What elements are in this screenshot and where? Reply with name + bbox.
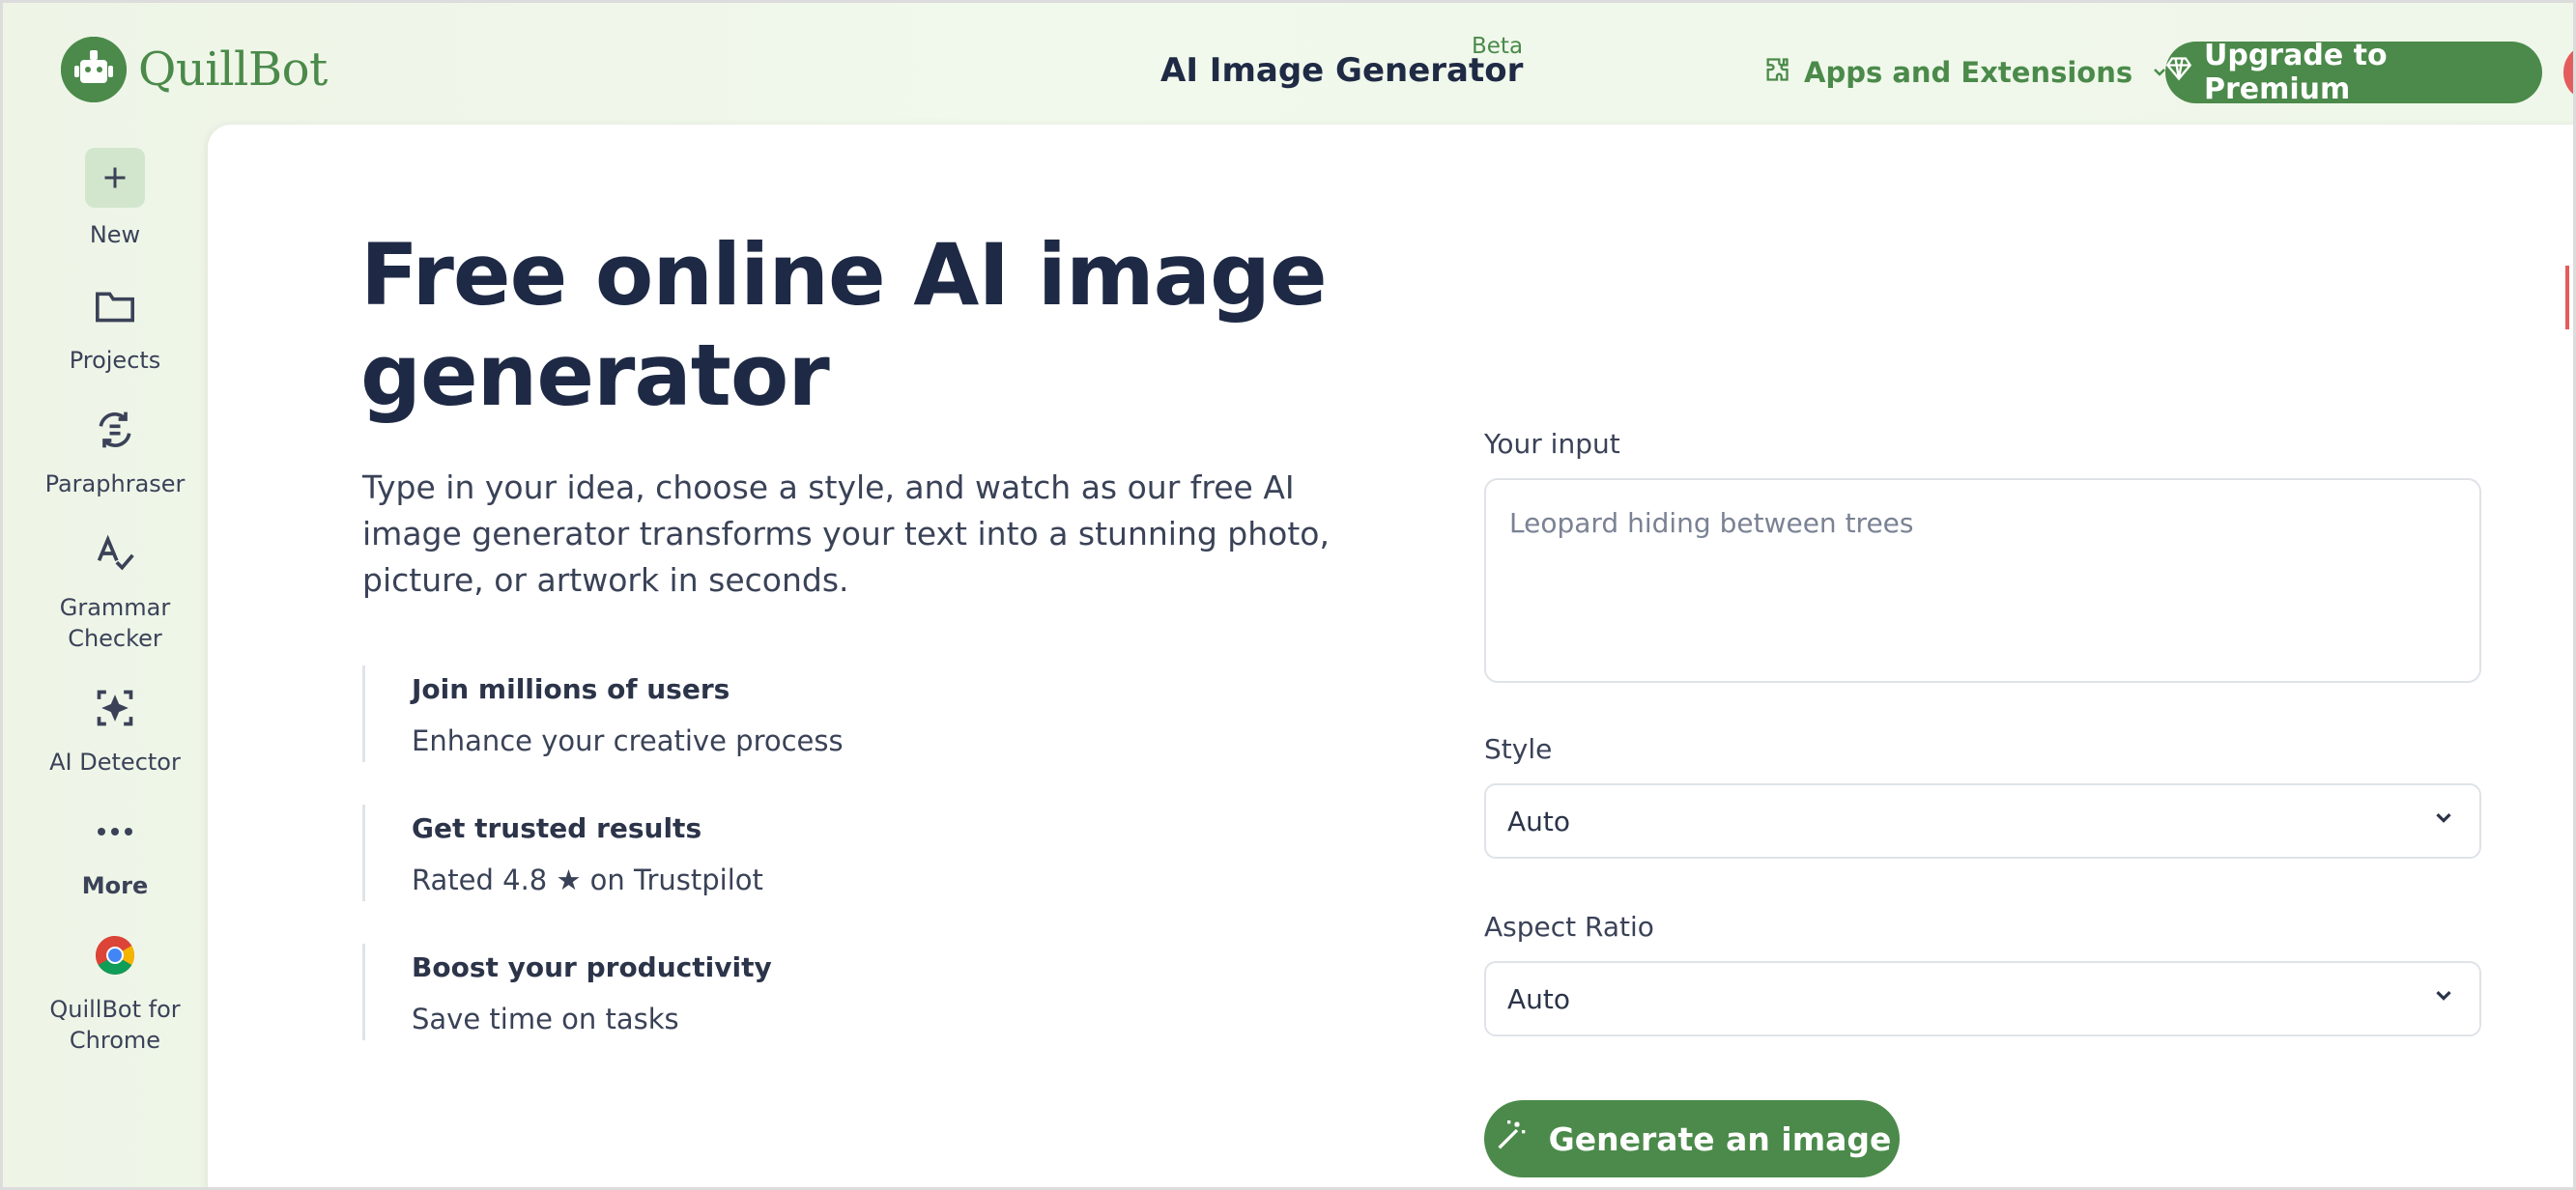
chrome-icon: [88, 928, 142, 982]
feature-title: Boost your productivity: [412, 951, 772, 983]
chevron-down-icon: [2431, 983, 2456, 1015]
app-window: QuillBot AI Image Generator Beta Apps an…: [0, 0, 2576, 1190]
ai-detector-icon: [88, 681, 142, 735]
feature-item: Get trusted results Rated 4.8 ★ on Trust…: [362, 805, 1039, 901]
feature-description: Save time on tasks: [412, 1003, 679, 1035]
folder-icon: [88, 279, 142, 333]
sidebar-item-projects[interactable]: Projects: [3, 279, 227, 376]
side-notification-tab[interactable]: [2565, 266, 2569, 329]
sidebar-item-quillbot-for-chrome[interactable]: QuillBot for Chrome: [3, 928, 227, 1056]
quillbot-logo[interactable]: QuillBot: [61, 37, 328, 102]
paraphraser-icon: [88, 403, 142, 457]
apps-and-extensions-menu[interactable]: Apps and Extensions: [1763, 51, 2169, 94]
top-header: QuillBot AI Image Generator Beta Apps an…: [3, 3, 2573, 127]
upgrade-label: Upgrade to Premium: [2204, 39, 2388, 106]
main-panel: Free online AI image generator Type in y…: [208, 125, 2573, 1187]
aspect-ratio-label: Aspect Ratio: [1484, 911, 1654, 943]
magic-wand-icon: [1493, 1116, 1531, 1162]
prompt-input[interactable]: [1484, 478, 2481, 683]
sidebar-item-ai-detector[interactable]: AI Detector: [3, 681, 227, 778]
page-description: Type in your idea, choose a style, and w…: [362, 468, 1330, 599]
sidebar-item-grammar-checker[interactable]: Grammar Checker: [3, 526, 227, 654]
sidebar-item-label: QuillBot for Chrome: [49, 996, 181, 1054]
ellipsis-icon: [88, 805, 142, 859]
page-title: Free online AI image generator: [360, 225, 1328, 425]
quillbot-robot-icon: [61, 37, 127, 102]
logo-text: QuillBot: [138, 42, 328, 97]
left-sidebar: New Projects Paraphraser Grammar Checker: [3, 127, 208, 1187]
sidebar-item-label: Grammar Checker: [59, 594, 171, 652]
beta-badge: Beta: [1472, 34, 1524, 59]
sidebar-item-new[interactable]: New: [3, 148, 227, 250]
sidebar-item-label: AI Detector: [49, 749, 181, 776]
generate-image-button[interactable]: Generate an image: [1484, 1100, 1900, 1177]
upgrade-to-premium-button[interactable]: Upgrade to Premium: [2165, 39, 2542, 106]
aspect-ratio-select[interactable]: Auto: [1484, 961, 2481, 1036]
aspect-ratio-select-value: Auto: [1507, 982, 1571, 1015]
your-input-label: Your input: [1484, 428, 1620, 460]
style-select-value: Auto: [1507, 805, 1571, 837]
sidebar-item-more[interactable]: More: [3, 805, 227, 901]
feature-description: Enhance your creative process: [412, 724, 844, 757]
page-app-title: AI Image Generator: [1160, 51, 1524, 90]
feature-title: Get trusted results: [412, 812, 702, 844]
style-select[interactable]: Auto: [1484, 783, 2481, 859]
diamond-icon: [2165, 55, 2192, 90]
style-label: Style: [1484, 733, 1553, 765]
feature-description: Rated 4.8 ★ on Trustpilot: [412, 864, 763, 896]
sidebar-item-label: Paraphraser: [44, 470, 186, 497]
sidebar-item-paraphraser[interactable]: Paraphraser: [3, 403, 227, 499]
chevron-down-icon: [2431, 806, 2456, 837]
feature-item: Join millions of users Enhance your crea…: [362, 666, 1039, 762]
feature-item: Boost your productivity Save time on tas…: [362, 944, 1039, 1040]
apps-and-extensions-label: Apps and Extensions: [1804, 56, 2133, 89]
puzzle-icon: [1763, 56, 1790, 90]
feature-title: Join millions of users: [412, 673, 730, 705]
sidebar-item-label: More: [81, 872, 149, 899]
sidebar-item-label: Projects: [69, 347, 161, 374]
plus-icon: [85, 148, 145, 208]
sidebar-item-label: New: [89, 221, 141, 248]
generate-label: Generate an image: [1548, 1119, 1892, 1158]
user-avatar[interactable]: [2563, 45, 2573, 99]
grammar-check-icon: [88, 526, 142, 581]
